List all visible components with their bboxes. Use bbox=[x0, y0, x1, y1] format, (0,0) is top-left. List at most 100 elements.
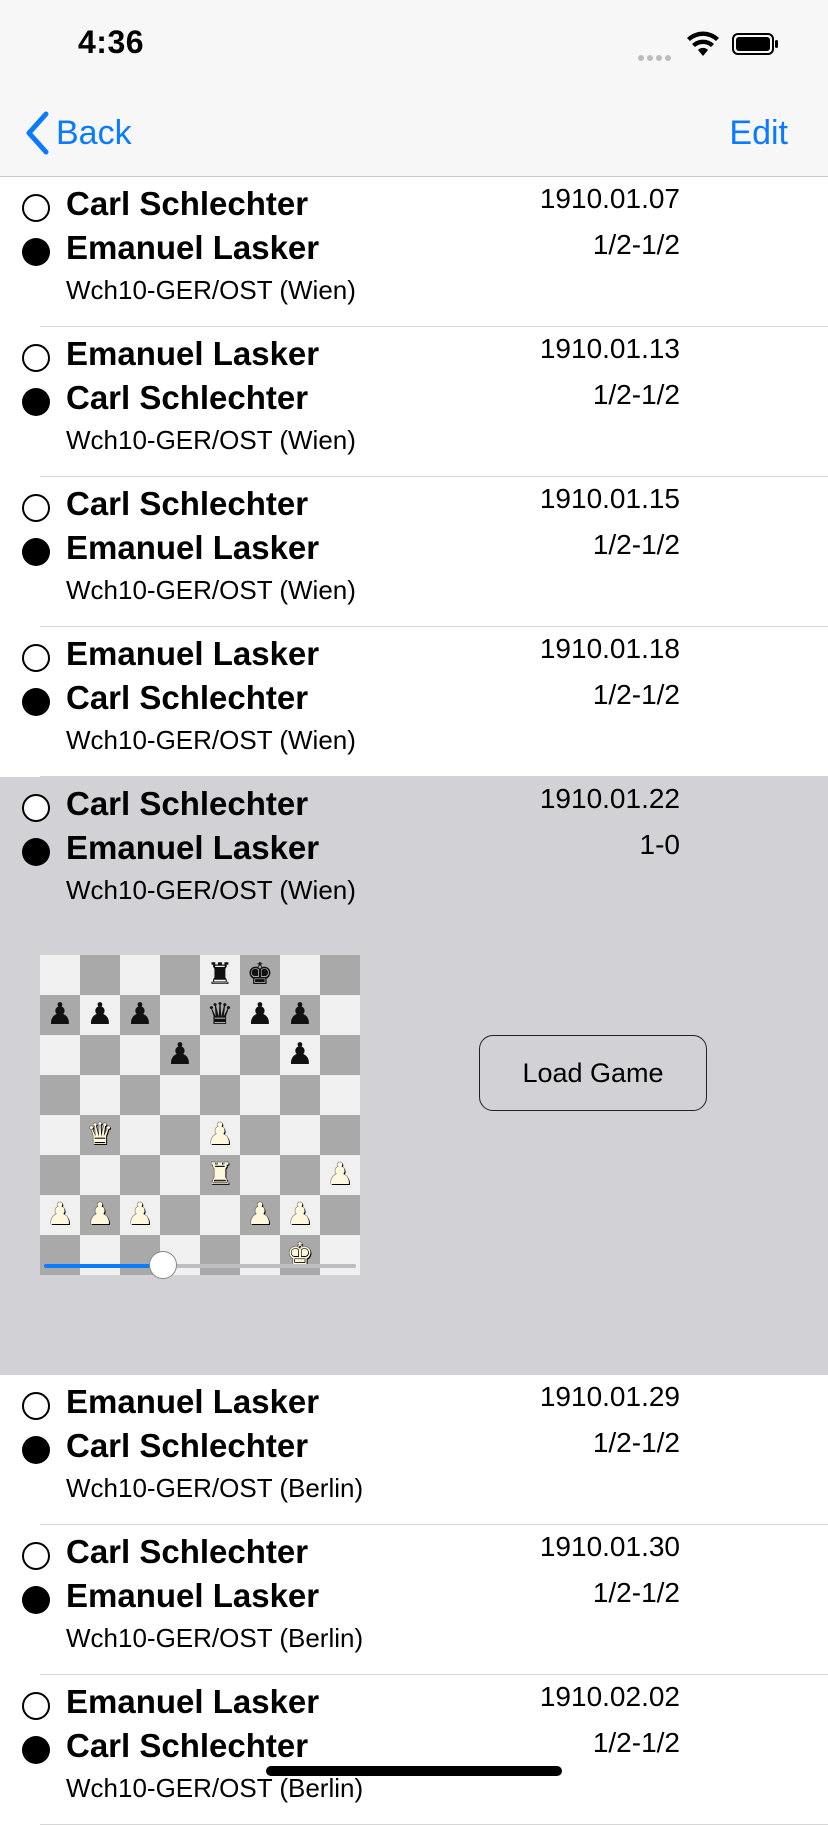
board-square bbox=[120, 1035, 160, 1075]
board-square: ♟ bbox=[320, 1155, 360, 1195]
board-square: ♟ bbox=[80, 1195, 120, 1235]
white-piece-icon: ♟ bbox=[126, 1197, 154, 1232]
white-player-icon bbox=[22, 194, 50, 222]
board-square bbox=[40, 1115, 80, 1155]
wifi-icon bbox=[687, 31, 719, 56]
black-player-name: Carl Schlechter bbox=[66, 1427, 309, 1464]
game-date: 1910.02.02 bbox=[539, 1681, 680, 1712]
white-player-icon bbox=[22, 494, 50, 522]
game-result: 1/2-1/2 bbox=[592, 1577, 680, 1608]
board-square: ♟ bbox=[40, 995, 80, 1035]
board-square bbox=[200, 1195, 240, 1235]
game-row[interactable]: Carl Schlechter Emanuel Lasker 1910.01.2… bbox=[0, 777, 828, 1375]
white-piece-icon: ♟ bbox=[46, 1197, 74, 1232]
load-game-button[interactable]: Load Game bbox=[479, 1035, 707, 1111]
board-square bbox=[120, 955, 160, 995]
game-row[interactable]: Emanuel Lasker Carl Schlechter 1910.01.1… bbox=[0, 327, 828, 477]
game-event: Wch10-GER/OST (Berlin) bbox=[66, 1623, 364, 1653]
white-player-name: Emanuel Lasker bbox=[66, 1683, 320, 1720]
board-square: ♟ bbox=[280, 995, 320, 1035]
game-result: 1/2-1/2 bbox=[592, 229, 680, 260]
board-square: ♚ bbox=[240, 955, 280, 995]
black-player-icon bbox=[22, 1586, 50, 1614]
board-square bbox=[240, 1115, 280, 1155]
board-square bbox=[160, 1195, 200, 1235]
white-player-icon bbox=[22, 794, 50, 822]
board-square: ♟ bbox=[280, 1195, 320, 1235]
black-piece-icon: ♟ bbox=[46, 997, 74, 1032]
game-row[interactable]: Carl Schlechter Emanuel Lasker 1910.01.3… bbox=[0, 1525, 828, 1675]
black-piece-icon: ♟ bbox=[286, 1037, 314, 1072]
game-row[interactable]: Emanuel Lasker Carl Schlechter 1910.01.2… bbox=[0, 1375, 828, 1525]
white-player-icon bbox=[22, 1692, 50, 1720]
back-button[interactable]: Back bbox=[24, 108, 132, 158]
game-event: Wch10-GER/OST (Wien) bbox=[66, 875, 356, 905]
black-piece-icon: ♟ bbox=[286, 997, 314, 1032]
status-bar: 4:36 bbox=[0, 0, 828, 90]
board-square bbox=[280, 1115, 320, 1155]
black-piece-icon: ♜ bbox=[206, 957, 234, 992]
game-date: 1910.01.15 bbox=[539, 483, 680, 514]
board-square: ♟ bbox=[80, 995, 120, 1035]
game-list: Carl Schlechter Emanuel Lasker 1910.01.0… bbox=[0, 177, 828, 1825]
board-square bbox=[120, 1075, 160, 1115]
navigation-bar: Back Edit bbox=[0, 90, 828, 177]
board-square bbox=[160, 1155, 200, 1195]
board-square: ♟ bbox=[40, 1195, 80, 1235]
board-square bbox=[160, 955, 200, 995]
move-slider[interactable] bbox=[44, 1251, 356, 1281]
board-square: ♟ bbox=[160, 1035, 200, 1075]
status-time: 4:36 bbox=[78, 24, 145, 60]
board-square bbox=[120, 1155, 160, 1195]
game-row[interactable]: Carl Schlechter Emanuel Lasker 1910.01.0… bbox=[0, 177, 828, 327]
black-player-icon bbox=[22, 838, 50, 866]
game-row[interactable]: Emanuel Lasker Carl Schlechter 1910.01.1… bbox=[0, 627, 828, 777]
cellular-signal-icon bbox=[638, 48, 676, 61]
game-event: Wch10-GER/OST (Wien) bbox=[66, 575, 356, 605]
black-player-name: Carl Schlechter bbox=[66, 1727, 309, 1764]
board-square bbox=[80, 955, 120, 995]
board-square bbox=[160, 995, 200, 1035]
game-date: 1910.01.18 bbox=[539, 633, 680, 664]
black-piece-icon: ♚ bbox=[246, 957, 274, 992]
black-piece-icon: ♟ bbox=[166, 1037, 194, 1072]
board-square bbox=[320, 1075, 360, 1115]
chess-board: ♜ ♚ ♟ ♟ ♟ ♛ ♟ ♟ ♟ ♟ ♛ ♟ ♜ ♟ ♟ ♟ ♟ ♟ ♟ ♚ bbox=[40, 955, 360, 1275]
board-square: ♟ bbox=[200, 1115, 240, 1155]
game-event: Wch10-GER/OST (Berlin) bbox=[66, 1473, 364, 1503]
white-piece-icon: ♟ bbox=[86, 1197, 114, 1232]
game-row[interactable]: Carl Schlechter Emanuel Lasker 1910.01.1… bbox=[0, 477, 828, 627]
game-date: 1910.01.29 bbox=[539, 1381, 680, 1412]
board-square: ♛ bbox=[200, 995, 240, 1035]
game-result: 1/2-1/2 bbox=[592, 529, 680, 560]
black-piece-icon: ♛ bbox=[206, 997, 234, 1032]
board-square bbox=[280, 955, 320, 995]
game-row[interactable]: Emanuel Lasker Carl Schlechter 1910.02.0… bbox=[0, 1675, 828, 1825]
black-player-name: Emanuel Lasker bbox=[66, 529, 320, 566]
board-square bbox=[40, 1155, 80, 1195]
board-square bbox=[240, 1075, 280, 1115]
white-player-name: Carl Schlechter bbox=[66, 185, 309, 222]
black-piece-icon: ♟ bbox=[126, 997, 154, 1032]
board-square bbox=[320, 995, 360, 1035]
game-result: 1-0 bbox=[639, 829, 680, 860]
black-player-name: Emanuel Lasker bbox=[66, 229, 320, 266]
game-event: Wch10-GER/OST (Wien) bbox=[66, 725, 356, 755]
board-square bbox=[80, 1075, 120, 1115]
slider-thumb[interactable] bbox=[149, 1251, 177, 1279]
white-player-icon bbox=[22, 1542, 50, 1570]
back-label: Back bbox=[56, 113, 132, 152]
board-square bbox=[320, 955, 360, 995]
game-date: 1910.01.07 bbox=[539, 183, 680, 214]
board-square bbox=[240, 1155, 280, 1195]
home-indicator bbox=[266, 1766, 562, 1776]
white-player-icon bbox=[22, 644, 50, 672]
white-player-name: Carl Schlechter bbox=[66, 1533, 309, 1570]
board-square: ♟ bbox=[280, 1035, 320, 1075]
board-square bbox=[200, 1035, 240, 1075]
battery-icon bbox=[732, 33, 778, 55]
white-player-icon bbox=[22, 1392, 50, 1420]
board-square bbox=[320, 1115, 360, 1155]
edit-button[interactable]: Edit bbox=[729, 114, 788, 153]
black-player-name: Emanuel Lasker bbox=[66, 1577, 320, 1614]
